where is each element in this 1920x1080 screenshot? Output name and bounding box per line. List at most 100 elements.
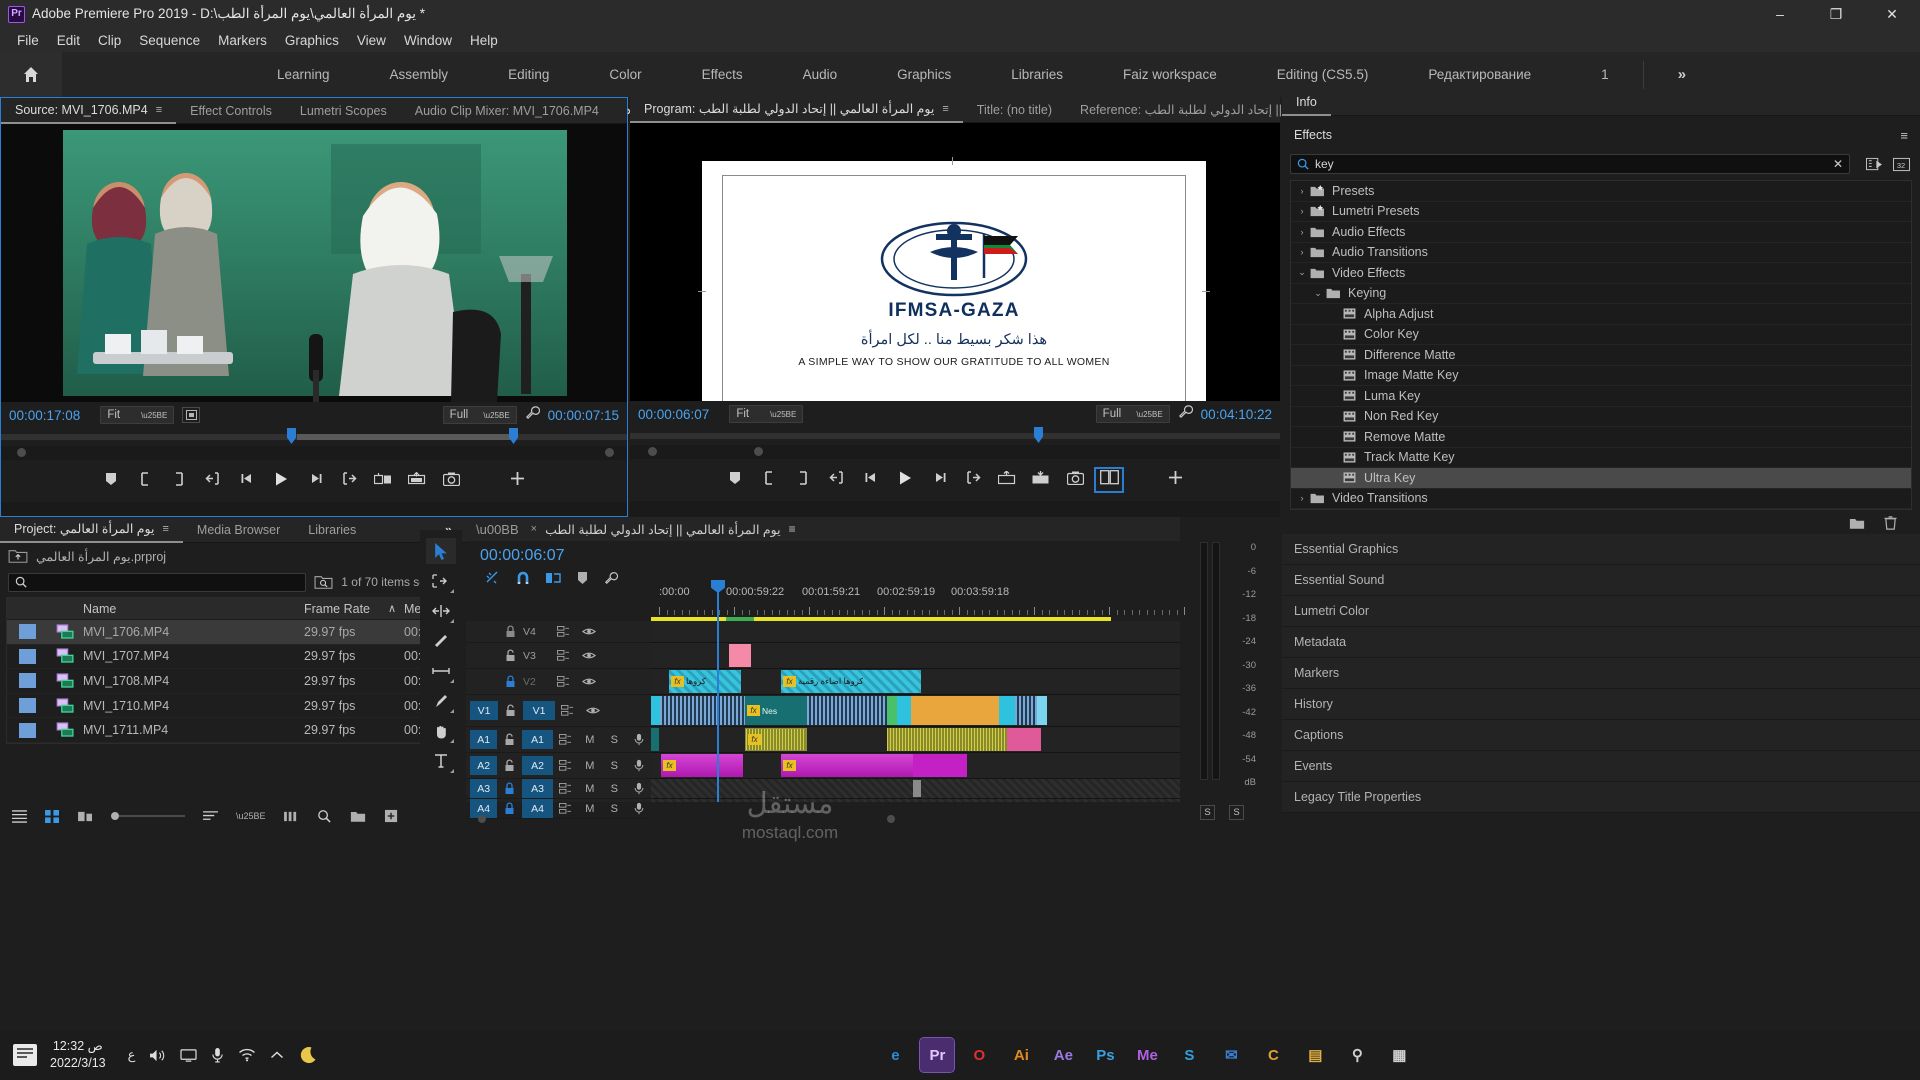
track-name-V1[interactable]: V1 (523, 701, 555, 720)
effect-item-lumetri-presets[interactable]: › Lumetri Presets (1291, 202, 1911, 222)
track-select-forward-tool[interactable] (426, 568, 456, 594)
workspace-tab-assembly[interactable]: Assembly (360, 52, 479, 97)
source-playback-resolution-button[interactable] (182, 407, 201, 423)
volume-icon[interactable] (149, 1048, 166, 1063)
slip-tool[interactable] (426, 688, 456, 714)
new-bin-icon[interactable] (350, 809, 366, 823)
timeline-playhead-timecode[interactable]: 00:00:06:07 (466, 541, 1180, 567)
effect-item-difference-matte[interactable]: Difference Matte (1291, 345, 1911, 366)
timeline-clip-v1-d[interactable] (897, 696, 911, 725)
track-sync-lock-A3[interactable] (553, 782, 577, 795)
track-header-V2[interactable]: V2 (466, 669, 651, 695)
automate-to-sequence-icon[interactable] (283, 810, 299, 823)
menu-file[interactable]: File (8, 31, 48, 50)
track-header-V4[interactable]: V4 (466, 621, 651, 643)
track-lock-A3[interactable] (497, 782, 521, 795)
source-monitor-video[interactable] (1, 124, 627, 402)
selection-tool[interactable] (426, 538, 456, 564)
track-header-V1[interactable]: V1 V1 (466, 695, 651, 727)
track-lane-A3[interactable] (651, 779, 1180, 799)
source-playhead[interactable] (287, 428, 296, 444)
export-frame-button[interactable] (1058, 465, 1092, 495)
timeline-zoom-right-handle[interactable] (887, 815, 895, 823)
zoom-slider[interactable] (111, 812, 185, 820)
track-sync-lock-A2[interactable] (553, 759, 577, 772)
timeline-clip-v1-head[interactable] (651, 696, 660, 725)
meter-solo-button-2[interactable]: S (1229, 805, 1244, 820)
new-item-icon[interactable] (384, 809, 399, 823)
taskbar-media-encoder-icon[interactable]: Me (1130, 1038, 1164, 1072)
effect-item-audio-effects[interactable]: › Audio Effects (1291, 222, 1911, 243)
table-row[interactable]: MVI_1710.MP4 29.97 fps 00:0 (7, 694, 459, 719)
mark-in-button[interactable] (752, 465, 786, 495)
taskbar-search-icon[interactable]: ⚲ (1340, 1038, 1374, 1072)
chevron-down-icon[interactable]: \u25BE (236, 811, 266, 821)
effect-item-alpha-adjust[interactable]: Alpha Adjust (1291, 304, 1911, 325)
go-to-out-button[interactable] (332, 466, 366, 496)
timeline-ruler[interactable]: :00:00 00:00:59:22 00:01:59:21 00:02:59:19 0… (651, 585, 1193, 621)
track-visibility-V2[interactable] (576, 676, 601, 687)
project-panel-menu-button[interactable]: ≡ (162, 523, 168, 535)
timeline-clip-music-2[interactable]: fx (781, 754, 913, 777)
track-header-A2[interactable]: A2 A2 M S (466, 753, 651, 779)
workspace-tab-effects[interactable]: Effects (672, 52, 773, 97)
chevron-right-icon[interactable]: › (1295, 247, 1309, 257)
menu-clip[interactable]: Clip (89, 31, 130, 50)
language-indicator[interactable]: ع (128, 1047, 136, 1063)
panel-essential-graphics[interactable]: Essential Graphics (1282, 534, 1920, 565)
source-tab-0[interactable]: Source: MVI_1706.MP4 ≡ (1, 98, 177, 124)
taskbar-opera-icon[interactable]: O (962, 1038, 996, 1072)
delete-custom-item-icon[interactable] (1883, 515, 1898, 531)
program-tab-1[interactable]: Title: (no title) (963, 97, 1066, 123)
panel-lumetri-color[interactable]: Lumetri Color (1282, 596, 1920, 627)
timeline-clip-v1-e[interactable] (911, 696, 999, 725)
taskbar-illustrator-icon[interactable]: Ai (1004, 1038, 1038, 1072)
source-settings-button[interactable] (525, 405, 540, 425)
icon-view-icon[interactable] (45, 809, 60, 823)
go-to-out-button[interactable] (956, 465, 990, 495)
menu-markers[interactable]: Markers (209, 31, 276, 50)
track-header-A1[interactable]: A1 A1 M S (466, 727, 651, 753)
panel-captions[interactable]: Captions (1282, 720, 1920, 751)
close-button[interactable]: ✕ (1864, 0, 1920, 28)
track-lane-V1[interactable]: fx Nes (651, 695, 1180, 727)
timeline-clip-title-2[interactable]: fx كروها اضاءة رقمية (781, 670, 921, 693)
effects-search-input[interactable] (1315, 157, 1827, 171)
workspace-tab-learning[interactable]: Learning (247, 52, 360, 97)
play-button[interactable] (888, 465, 922, 495)
effect-item-non-red-key[interactable]: Non Red Key (1291, 407, 1911, 427)
track-target-A2[interactable]: A2 (470, 756, 498, 775)
track-mute-A2[interactable]: M (578, 760, 602, 772)
taskbar-clock[interactable]: 12:32 ص 2022/3/13 (50, 1038, 106, 1072)
track-sync-lock-V4[interactable] (551, 625, 576, 638)
project-search-input[interactable] (27, 575, 300, 589)
timeline-settings-icon[interactable] (604, 571, 618, 585)
track-target-A3[interactable]: A3 (470, 779, 498, 798)
taskbar-skype-icon[interactable]: S (1172, 1038, 1206, 1072)
extract-button[interactable] (1024, 465, 1058, 495)
timeline-clip-a3-marker[interactable] (913, 780, 921, 797)
track-name-A2[interactable]: A2 (521, 756, 554, 775)
track-lock-V1[interactable] (498, 704, 523, 717)
chevron-right-icon[interactable]: › (1295, 186, 1309, 196)
timeline-clip-a1-b[interactable] (887, 728, 1007, 751)
panel-legacy-title-properties[interactable]: Legacy Title Properties (1282, 782, 1920, 813)
source-panel-menu-button[interactable]: ≡ (156, 104, 162, 116)
timeline-clip-a1-c[interactable] (1007, 728, 1041, 751)
track-sync-lock-V1[interactable] (555, 704, 580, 717)
effects-search-clear-button[interactable]: ✕ (1833, 157, 1843, 171)
panel-essential-sound[interactable]: Essential Sound (1282, 565, 1920, 596)
step-forward-button[interactable] (922, 465, 956, 495)
track-header-V3[interactable]: V3 (466, 643, 651, 669)
menu-graphics[interactable]: Graphics (276, 31, 348, 50)
track-voiceover-A1[interactable] (627, 733, 651, 746)
chevron-right-icon[interactable]: › (1295, 227, 1309, 237)
export-frame-button[interactable] (434, 466, 468, 496)
transform-handle[interactable] (952, 157, 953, 165)
tab-sequence[interactable]: × يوم المرأة العالمي || إتحاد الدولي لطل… (531, 522, 796, 537)
taskbar-mail-icon[interactable]: ✉ (1214, 1038, 1248, 1072)
timeline-clip-v1-b[interactable] (807, 696, 887, 725)
source-scrubber[interactable] (1, 428, 627, 446)
menu-sequence[interactable]: Sequence (130, 31, 209, 50)
accelerated-effect-icon[interactable] (1866, 157, 1883, 172)
